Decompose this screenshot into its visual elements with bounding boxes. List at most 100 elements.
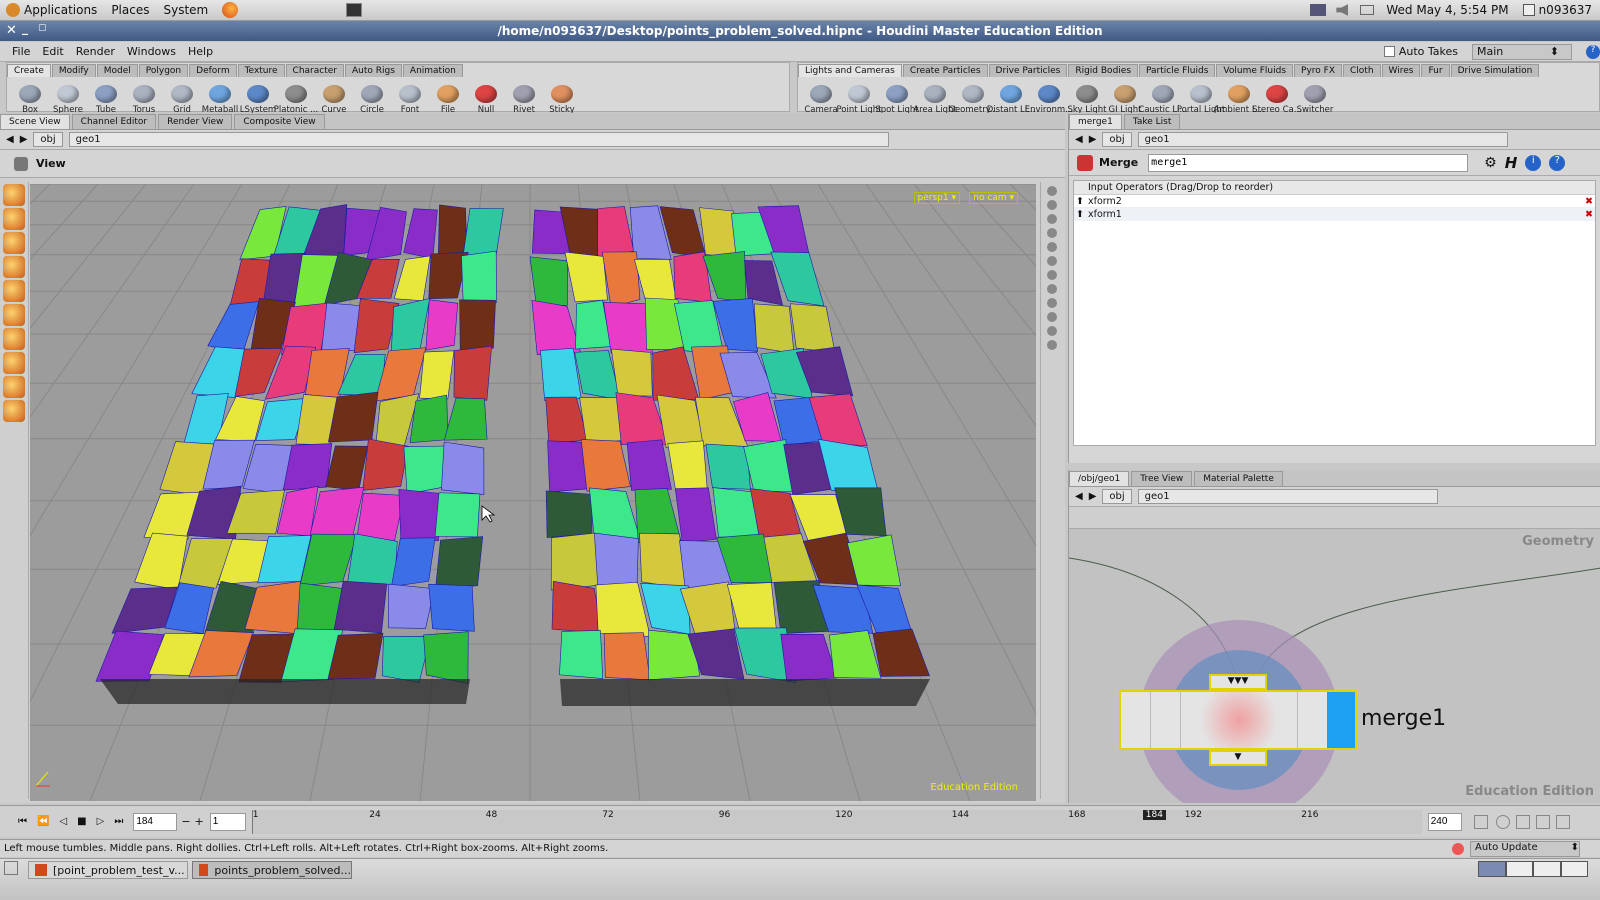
tab-merge1[interactable]: merge1 xyxy=(1069,114,1122,129)
network-icon[interactable] xyxy=(1310,4,1327,16)
settings-icon[interactable] xyxy=(1555,814,1570,829)
tab-tree-view[interactable]: Tree View xyxy=(1131,471,1193,486)
display-option-icon[interactable] xyxy=(1046,340,1057,350)
forward-arrow-icon[interactable]: ▶ xyxy=(1089,134,1097,145)
display-option-icon[interactable] xyxy=(1046,214,1057,224)
right-tab[interactable]: Create Particles xyxy=(902,64,988,77)
last-frame-button[interactable]: ⏭ xyxy=(114,816,123,827)
display-option-icon[interactable] xyxy=(1046,284,1057,294)
shelf-tool-button[interactable]: File xyxy=(429,77,467,115)
right-tab[interactable]: Volume Fluids xyxy=(1216,64,1294,77)
tab-scene-view[interactable]: Scene View xyxy=(0,114,70,129)
forward-arrow-icon[interactable]: ▶ xyxy=(1089,491,1097,502)
shelf-tool-button[interactable]: Switcher xyxy=(1296,77,1334,115)
gnome-foot-icon[interactable] xyxy=(6,3,20,17)
shelf-tool-button[interactable]: Tube xyxy=(87,77,125,115)
handle-tool-icon[interactable] xyxy=(3,304,25,326)
left-tab[interactable]: Deform xyxy=(189,64,237,77)
left-tab[interactable]: Animation xyxy=(402,64,463,77)
right-tab[interactable]: Particle Fluids xyxy=(1139,64,1216,77)
right-tab[interactable]: Cloth xyxy=(1343,64,1381,77)
right-tab[interactable]: Drive Particles xyxy=(988,64,1068,77)
shelf-tool-button[interactable]: Grid xyxy=(163,77,201,115)
shelf-tool-button[interactable]: Point Light xyxy=(836,77,882,115)
display-option-icon[interactable] xyxy=(1046,186,1057,196)
system-menu[interactable]: System xyxy=(163,3,208,17)
shelf-tool-button[interactable]: LSystem xyxy=(239,77,277,115)
node-output-connector[interactable]: ▼ xyxy=(1209,750,1267,766)
applications-menu[interactable]: Applications xyxy=(24,3,97,17)
shelf-tool-button[interactable]: Null xyxy=(467,77,505,115)
terminal-icon[interactable] xyxy=(346,3,363,17)
mail-icon[interactable] xyxy=(1360,5,1375,15)
realtime-icon[interactable] xyxy=(1495,814,1510,829)
node-template-icon[interactable] xyxy=(1297,692,1327,748)
display-option-icon[interactable] xyxy=(1046,298,1057,308)
left-tab[interactable]: Create xyxy=(7,64,51,77)
frame-field[interactable] xyxy=(133,812,178,831)
key-icon[interactable] xyxy=(1473,814,1488,829)
back-arrow-icon[interactable]: ◀ xyxy=(1075,134,1083,145)
shelf-tool-button[interactable]: Camera xyxy=(802,77,840,115)
view-tool-icon-2[interactable] xyxy=(3,400,25,422)
stop-button[interactable]: ■ xyxy=(77,816,86,827)
brush-tool-icon[interactable] xyxy=(3,328,25,350)
path-obj[interactable]: obj xyxy=(33,132,63,147)
input-row[interactable]: ⬆ xform2 ✖ xyxy=(1074,195,1595,208)
move-up-icon[interactable]: ⬆ xyxy=(1074,196,1086,207)
tab-channel-editor[interactable]: Channel Editor xyxy=(71,114,157,129)
firefox-icon[interactable] xyxy=(222,2,239,18)
camera-menu-nocam[interactable]: no cam ▾ xyxy=(969,192,1018,204)
rotate-tool-icon[interactable] xyxy=(3,232,25,254)
path-obj[interactable]: obj xyxy=(1102,132,1132,147)
shelf-tool-button[interactable]: Sticky xyxy=(543,77,581,115)
left-tab[interactable]: Polygon xyxy=(138,64,189,77)
shelf-tool-button[interactable]: Platonic ... xyxy=(274,77,318,115)
select-tool-icon[interactable] xyxy=(3,184,25,206)
display-option-icon[interactable] xyxy=(1046,200,1057,210)
node-lock-icon[interactable] xyxy=(1151,692,1181,748)
shelf-tool-button[interactable]: Environm... xyxy=(1025,77,1073,115)
shelf-tool-button[interactable]: Sky Light xyxy=(1068,77,1106,115)
left-tab[interactable]: Texture xyxy=(237,64,285,77)
tab-material-palette[interactable]: Material Palette xyxy=(1194,471,1283,486)
desk-select[interactable]: Main ⬍ xyxy=(1472,43,1572,60)
show-desktop-icon[interactable] xyxy=(4,861,18,875)
right-tab[interactable]: Rigid Bodies xyxy=(1068,64,1139,77)
right-tab[interactable]: Lights and Cameras xyxy=(798,64,902,77)
volume-icon[interactable] xyxy=(1336,4,1349,16)
shelf-tool-button[interactable]: Sphere xyxy=(49,77,87,115)
display-flag-icon[interactable] xyxy=(1327,692,1355,748)
clock[interactable]: Wed May 4, 5:54 PM xyxy=(1386,3,1508,17)
left-tab[interactable]: Character xyxy=(285,64,344,77)
menu-help[interactable]: Help xyxy=(188,45,213,58)
user-name[interactable]: n093637 xyxy=(1539,3,1592,17)
timeline-track[interactable]: 1 24 48 72 96 120 144 168 192 216 184 xyxy=(251,809,1422,834)
taskbar-item-solved[interactable]: points_problem_solved... xyxy=(192,861,352,879)
remove-input-icon[interactable]: ✖ xyxy=(1585,209,1595,220)
node-bypass-icon[interactable] xyxy=(1121,692,1151,748)
houdini-help-icon[interactable]: H xyxy=(1505,154,1518,172)
remove-input-icon[interactable]: ✖ xyxy=(1585,196,1595,207)
frame-increment[interactable]: + xyxy=(195,815,204,828)
shelf-tool-button[interactable]: Circle xyxy=(353,77,391,115)
path-obj[interactable]: obj xyxy=(1102,489,1132,504)
play-button[interactable]: ▷ xyxy=(97,816,105,827)
node-input-connector[interactable]: ▼▼▼ xyxy=(1209,674,1267,690)
scale-tool-icon[interactable] xyxy=(3,256,25,278)
tab-take-list[interactable]: Take List xyxy=(1123,114,1181,129)
prev-key-button[interactable]: ⏪ xyxy=(37,816,49,827)
right-tab[interactable]: Drive Simulation xyxy=(1450,64,1540,77)
loop-icon[interactable] xyxy=(1515,814,1530,829)
menu-file[interactable]: File xyxy=(12,45,30,58)
right-tab[interactable]: Pyro FX xyxy=(1294,64,1343,77)
display-option-icon[interactable] xyxy=(1046,228,1057,238)
menu-edit[interactable]: Edit xyxy=(42,45,63,58)
menu-render[interactable]: Render xyxy=(76,45,115,58)
auto-takes-checkbox[interactable] xyxy=(1383,46,1395,57)
display-option-icon[interactable] xyxy=(1046,326,1057,336)
places-menu[interactable]: Places xyxy=(111,3,149,17)
camera-menu-persp[interactable]: persp1 ▾ xyxy=(913,192,960,204)
viewport[interactable]: persp1 ▾ no cam ▾ Education Edition xyxy=(30,184,1036,801)
step-field[interactable] xyxy=(209,812,246,831)
